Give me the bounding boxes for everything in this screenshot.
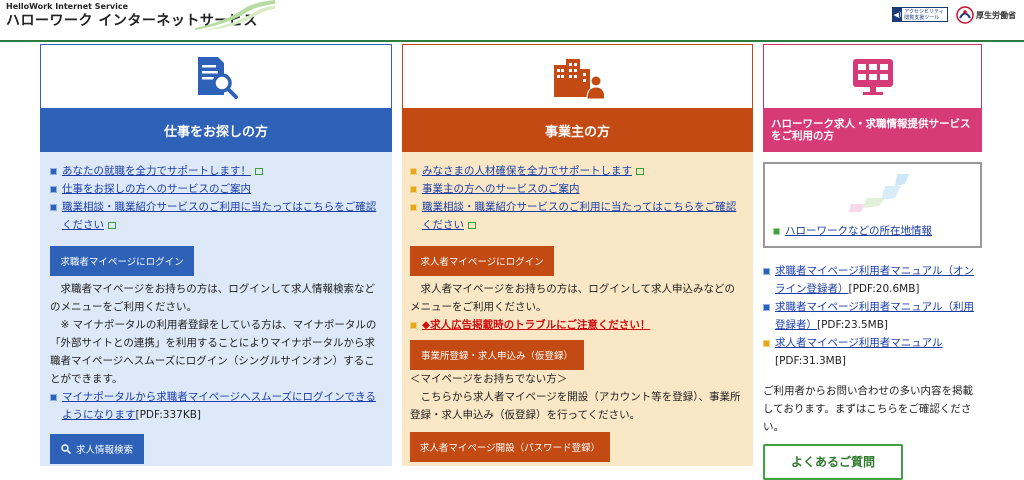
accessibility-tool-button[interactable]: ◀) アクセシビリティ閲覧支援ツール xyxy=(892,7,948,22)
job-seeker-body: あなたの就職を全力でサポートします！ 仕事をお探しの方へのサービスのご案内 職業… xyxy=(40,152,392,466)
office-location-box[interactable]: ハローワークなどの所在地情報 xyxy=(763,162,982,248)
employer-login-button[interactable]: 求人者マイページにログイン xyxy=(410,246,554,276)
bullet-icon xyxy=(50,394,57,401)
employer-icon-box xyxy=(402,44,753,108)
employer-service-guide-link[interactable]: 事業主の方へのサービスのご案内 xyxy=(422,180,580,198)
list-item: あなたの就職を全力でサポートします！ xyxy=(50,162,382,180)
bullet-icon xyxy=(50,168,57,175)
faq-button[interactable]: よくあるご質問 xyxy=(763,444,903,480)
employer-panel: 事業主の方 みなさまの人材確保を全力でサポートします 事業主の方へのサービスのご… xyxy=(402,44,753,466)
employer-title: 事業主の方 xyxy=(402,108,753,152)
job-search-label: 求人情報検索 xyxy=(75,445,133,456)
support-link[interactable]: あなたの就職を全力でサポートします！ xyxy=(62,165,251,177)
list-item: ハローワークなどの所在地情報 xyxy=(773,222,932,240)
mhlw-label: 厚生労働省 xyxy=(976,10,1016,20)
list-item: ◆求人広告掲載時のトラブルにご注意ください！ xyxy=(410,316,745,334)
file-size: [PDF:31.3MB] xyxy=(775,355,847,367)
info-service-body: ハローワークなどの所在地情報 求職者マイページ利用者マニュアル（オンライン登録者… xyxy=(763,152,982,480)
building-person-icon xyxy=(553,58,604,99)
bullet-icon xyxy=(50,186,57,193)
no-mypage-description: こちらから求人者マイページを開設（アカウント等を登録）、事業所登録・求人申込み（… xyxy=(410,391,741,421)
recruit-support-link[interactable]: みなさまの人材確保を全力でサポートします xyxy=(422,165,632,177)
job-seeker-title: 仕事をお探しの方 xyxy=(40,108,392,152)
login-description: 求職者マイページをお持ちの方は、ログインして求人情報検索などのメニューをご利用く… xyxy=(50,283,375,313)
employer-login-description: 求人者マイページをお持ちの方は、ログインして求人申込みなどのメニューをご利用くだ… xyxy=(410,283,735,313)
info-icon-box xyxy=(763,44,982,108)
bullet-icon xyxy=(50,204,57,211)
mynaportal-note: ※ マイナポータルの利用者登録をしている方は、マイナポータルの「外部サイトとの連… xyxy=(50,319,377,385)
logo-swoosh-icon xyxy=(195,0,275,30)
employer-body: みなさまの人材確保を全力でサポートします 事業主の方へのサービスのご案内 職業相… xyxy=(402,152,753,466)
info-service-title: ハローワーク求人・求職情報提供サービスをご利用の方 xyxy=(763,108,982,152)
service-guide-link[interactable]: 仕事をお探しの方へのサービスのご案内 xyxy=(62,180,251,198)
site-header: HelloWork Internet Service ハローワーク インターネッ… xyxy=(0,0,1024,42)
list-item: 求職者マイページ利用者マニュアル（利用登録者）[PDF:23.5MB] xyxy=(763,298,982,334)
mhlw-logo[interactable]: 厚生労働省 xyxy=(956,4,1016,26)
list-item: 事業主の方へのサービスのご案内 xyxy=(410,180,745,198)
list-item: 職業相談・職業紹介サービスのご利用に当たってはこちらをご確認ください xyxy=(410,198,745,234)
list-item: 仕事をお探しの方へのサービスのご案内 xyxy=(50,180,382,198)
file-size: [PDF:337KB] xyxy=(135,409,202,421)
bullet-icon xyxy=(763,268,770,275)
file-size: [PDF:20.6MB] xyxy=(848,283,920,295)
bullet-icon xyxy=(410,204,417,211)
bullet-icon xyxy=(763,304,770,311)
bullet-icon xyxy=(410,322,417,329)
job-seeker-login-button[interactable]: 求職者マイページにログイン xyxy=(50,246,194,276)
japan-map-icon xyxy=(849,174,909,212)
list-item: 求職者マイページ利用者マニュアル（オンライン登録者）[PDF:20.6MB] xyxy=(763,262,982,298)
file-size: [PDF:23.5MB] xyxy=(817,319,889,331)
bullet-icon xyxy=(410,168,417,175)
no-mypage-heading: ＜マイページをお持ちでない方＞ xyxy=(410,373,568,385)
bullet-icon xyxy=(773,228,780,235)
mhlw-emblem-icon xyxy=(956,6,974,24)
accessibility-label: アクセシビリティ閲覧支援ツール xyxy=(904,8,944,21)
external-link-icon xyxy=(255,168,263,175)
job-seeker-panel: 仕事をお探しの方 あなたの就職を全力でサポートします！ 仕事をお探しの方へのサー… xyxy=(40,44,392,466)
info-service-panel: ハローワーク求人・求職情報提供サービスをご利用の方 ハローワークなどの所在地情報… xyxy=(763,44,982,480)
job-search-button[interactable]: 求人情報検索 xyxy=(50,434,144,464)
search-icon xyxy=(61,444,71,454)
monitor-grid-icon xyxy=(852,58,893,95)
list-item: 求人者マイページ利用者マニュアル [PDF:31.3MB] xyxy=(763,334,982,370)
open-mypage-button[interactable]: 求人者マイページ開設（パスワード登録） xyxy=(410,432,610,462)
employer-register-button[interactable]: 事業所登録・求人申込み（仮登録） xyxy=(410,340,584,370)
office-location-link[interactable]: ハローワークなどの所在地情報 xyxy=(785,222,932,240)
list-item: マイナポータルから求職者マイページへスムーズにログインできるようになります[PD… xyxy=(50,388,382,424)
job-seeker-icon-box xyxy=(40,44,392,108)
ad-trouble-warning-link[interactable]: ◆求人広告掲載時のトラブルにご注意ください！ xyxy=(422,316,650,334)
manual-employer-link[interactable]: 求人者マイページ利用者マニュアル xyxy=(775,337,942,349)
external-link-icon xyxy=(636,168,644,175)
bullet-icon xyxy=(410,186,417,193)
document-search-icon xyxy=(198,56,238,99)
external-link-icon xyxy=(468,222,476,229)
external-link-icon xyxy=(108,222,116,229)
bullet-icon xyxy=(763,340,770,347)
mynaportal-link[interactable]: マイナポータルから求職者マイページへスムーズにログインできるようになります xyxy=(62,391,376,421)
faq-description: ご利用者からお問い合わせの多い内容を掲載しております。まずはこちらをご確認くださ… xyxy=(763,385,973,433)
list-item: みなさまの人材確保を全力でサポートします xyxy=(410,162,745,180)
list-item: 職業相談・職業紹介サービスのご利用に当たってはこちらをご確認ください xyxy=(50,198,382,234)
speaker-icon: ◀) xyxy=(893,8,903,21)
